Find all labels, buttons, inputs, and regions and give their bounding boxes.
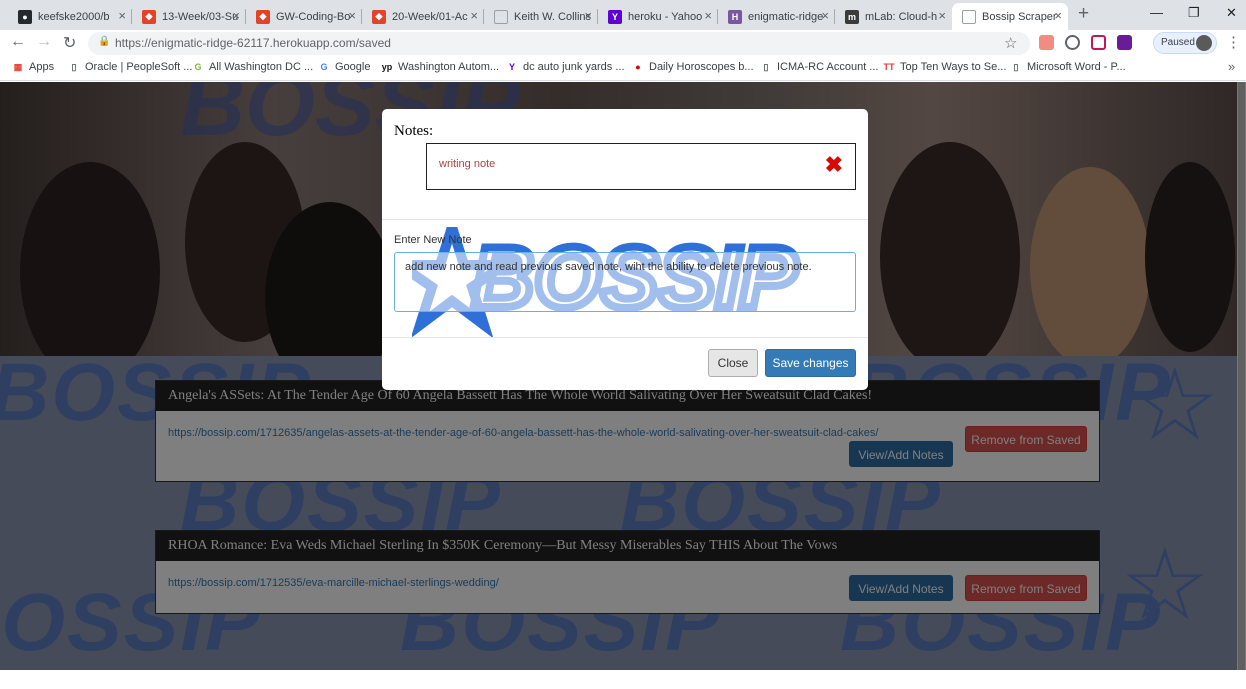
modal-title: Notes:: [394, 123, 434, 139]
bookmark-label: Daily Horoscopes b...: [649, 61, 754, 73]
divider: [382, 337, 868, 338]
gitlab-icon: ◆: [372, 9, 386, 24]
saved-note-text: writing note: [439, 158, 496, 170]
close-tab-icon[interactable]: ×: [704, 8, 712, 23]
apps-icon: ▦: [13, 61, 23, 72]
minimize-button[interactable]: —: [1150, 5, 1163, 20]
bookmark-item[interactable]: G Google: [318, 61, 370, 73]
extension-icon[interactable]: [1117, 35, 1132, 50]
tab[interactable]: ● keefske2000/b ×: [8, 3, 132, 30]
extension-icon[interactable]: [1065, 35, 1080, 50]
tab[interactable]: ◆ GW-Coding-Bo ×: [246, 3, 362, 30]
yahoo-icon: Y: [508, 62, 515, 72]
yahoo-icon: Y: [608, 9, 622, 24]
mlab-icon: m: [845, 9, 859, 24]
bookmark-label: ICMA-RC Account ...: [777, 61, 879, 73]
delete-note-icon[interactable]: ✖: [825, 154, 843, 176]
bookmark-item[interactable]: ● Daily Horoscopes b...: [632, 61, 754, 73]
dc-icon: G: [194, 62, 202, 72]
bookmark-label: Oracle | PeopleSoft ...: [85, 61, 193, 73]
new-note-label: Enter New Note: [394, 234, 472, 246]
github-icon: ●: [18, 9, 32, 24]
bookmark-label: All Washington DC ...: [209, 61, 314, 73]
notes-modal: Notes: writing note ✖ BOSSIP Enter New N…: [382, 109, 868, 390]
close-tab-icon[interactable]: ×: [348, 8, 356, 23]
lock-icon[interactable]: 🔒: [98, 36, 110, 47]
tab[interactable]: Bossip Scraper ×: [952, 3, 1068, 30]
tab[interactable]: m mLab: Cloud-h ×: [835, 3, 952, 30]
save-changes-button[interactable]: Save changes: [765, 349, 856, 377]
bookmarks-more-icon[interactable]: »: [1228, 59, 1235, 74]
yp-icon: yp: [381, 62, 393, 72]
google-icon: G: [320, 62, 328, 72]
horoscope-icon: ●: [635, 62, 641, 72]
bookmarks-bar: ▦ Apps ▯ Oracle | PeopleSoft ... G All Washin…: [0, 57, 1246, 81]
close-button[interactable]: Close: [708, 349, 758, 377]
bookmark-label: dc auto junk yards ...: [523, 61, 625, 73]
close-tab-icon[interactable]: ×: [938, 8, 946, 23]
bookmark-item[interactable]: ▦ Apps: [12, 61, 54, 73]
restore-button[interactable]: ❐: [1188, 5, 1200, 21]
bookmark-item[interactable]: ▯ Oracle | PeopleSoft ...: [68, 61, 193, 73]
tab[interactable]: Yheroku - Yahoo ×: [598, 3, 718, 30]
forward-icon[interactable]: →: [36, 33, 52, 51]
bookmark-item[interactable]: G All Washington DC ...: [192, 61, 313, 73]
divider: [382, 219, 868, 220]
browser-toolbar: ← → ↻ 🔒 https://enigmatic-ridge-62117.he…: [0, 30, 1246, 57]
extension-icon[interactable]: [1039, 35, 1054, 50]
tab[interactable]: ◆ 13-Week/03-Su ×: [132, 3, 246, 30]
page-icon: ▯: [763, 61, 769, 72]
close-tab-icon[interactable]: ×: [118, 8, 126, 23]
reload-icon[interactable]: ↻: [63, 33, 76, 53]
new-note-input[interactable]: add new note and read previous saved not…: [394, 252, 856, 312]
profile-button[interactable]: Paused: [1153, 32, 1217, 54]
bookmark-item[interactable]: yp Washington Autom...: [381, 61, 499, 73]
tab[interactable]: Keith W. Collins ×: [484, 3, 598, 30]
page-icon: ▯: [71, 61, 77, 72]
bottom-strip: [0, 670, 1246, 689]
back-icon[interactable]: ←: [10, 33, 26, 51]
close-tab-icon[interactable]: ×: [232, 8, 240, 23]
bookmark-label: Top Ten Ways to Se...: [900, 61, 1007, 73]
close-tab-icon[interactable]: ×: [470, 8, 478, 23]
bookmark-star-icon[interactable]: ☆: [1004, 34, 1017, 52]
bookmark-item[interactable]: ▯ Microsoft Word - P...: [1010, 61, 1126, 73]
tab[interactable]: Henigmatic-ridge ×: [718, 3, 835, 30]
close-tab-icon[interactable]: ×: [1054, 8, 1062, 23]
page-icon: [494, 9, 508, 24]
heroku-icon: H: [728, 9, 742, 24]
tab[interactable]: ◆ 20-Week/01-Ac ×: [362, 3, 484, 30]
bookmark-label: Apps: [29, 61, 55, 73]
menu-icon[interactable]: ⋮: [1226, 33, 1241, 51]
saved-note: writing note ✖: [426, 143, 856, 190]
page-content: BOSSIP BOSSIP BOSSIP BOSSIP BOSSIP BOSSI…: [0, 82, 1246, 670]
gitlab-icon: ◆: [142, 9, 156, 24]
tt-icon: TT: [883, 62, 895, 72]
gitlab-icon: ◆: [256, 9, 270, 24]
page-icon: [962, 9, 976, 24]
bookmark-label: Microsoft Word - P...: [1027, 61, 1126, 73]
bookmark-item[interactable]: Ydc auto junk yards ...: [506, 61, 625, 73]
bookmark-label: Washington Autom...: [398, 61, 500, 73]
tab-strip: ● keefske2000/b × ◆ 13-Week/03-Su × ◆ GW-Coding…: [0, 0, 1246, 30]
close-tab-icon[interactable]: ×: [821, 8, 829, 23]
bookmark-label: Google: [335, 61, 371, 73]
bookmark-item[interactable]: TT Top Ten Ways to Se...: [883, 61, 1007, 73]
page-icon: ▯: [1013, 61, 1019, 72]
url-text[interactable]: https://enigmatic-ridge-62117.herokuapp.…: [115, 36, 391, 50]
window-close-button[interactable]: ✕: [1226, 5, 1237, 21]
avatar: [1196, 35, 1212, 51]
bookmark-item[interactable]: ▯ ICMA-RC Account ...: [760, 61, 879, 73]
close-tab-icon[interactable]: ×: [584, 8, 592, 23]
address-bar[interactable]: 🔒 https://enigmatic-ridge-62117.herokuap…: [88, 32, 1030, 55]
new-tab-button[interactable]: +: [1078, 3, 1089, 25]
profile-status: Paused: [1161, 37, 1195, 48]
pocket-icon[interactable]: [1091, 35, 1106, 50]
